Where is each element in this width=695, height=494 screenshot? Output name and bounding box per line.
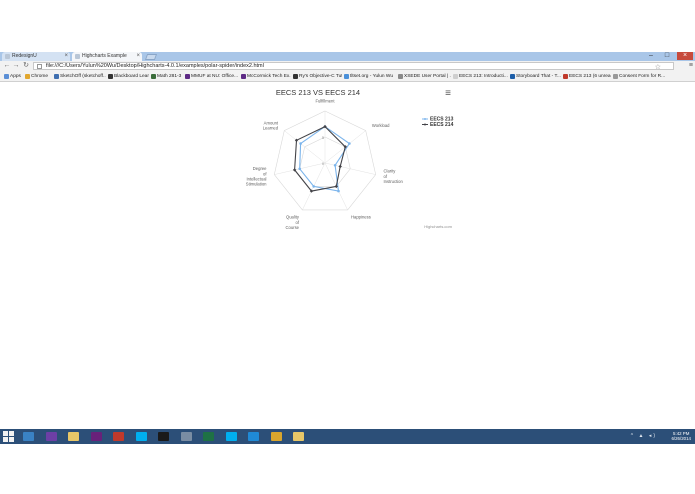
data-point[interactable]: [298, 167, 302, 171]
clock[interactable]: 5:42 PM 6/26/2014: [671, 431, 691, 441]
category-label: Fulfillment: [315, 99, 335, 104]
data-point[interactable]: [312, 185, 316, 188]
explorer-app[interactable]: [20, 430, 37, 443]
tick-label: 0: [322, 162, 324, 166]
folder2-app[interactable]: [290, 430, 307, 443]
visual-studio-app[interactable]: [88, 430, 105, 443]
skype2-app[interactable]: [223, 430, 240, 443]
folder-app[interactable]: [65, 430, 82, 443]
terminal-icon: [158, 432, 169, 441]
sublime-icon: [113, 432, 124, 441]
category-label: AmountLearned: [263, 121, 279, 131]
chart-title: EECS 213 VS EECS 214: [276, 88, 360, 97]
folder2-icon: [293, 432, 304, 441]
vs-icon: [45, 432, 57, 441]
category-label-line: Instruction: [384, 179, 404, 184]
tick-label: 5: [322, 136, 324, 140]
category-label-line: Course: [286, 225, 300, 230]
chrome-icon: [270, 432, 282, 441]
chart-area: EECS 213 VS EECS 214 ≡ Fulfillment Worklo…: [246, 88, 454, 230]
category-label: QualityofCourse: [286, 215, 300, 230]
category-label: Workload: [372, 123, 390, 128]
legend-marker: [424, 118, 426, 120]
network-app[interactable]: [178, 430, 195, 443]
category-label-line: Happiness: [351, 215, 371, 220]
credits-link[interactable]: Highcharts.com: [424, 224, 452, 229]
skype-icon: [135, 432, 147, 441]
legend-label: EECS 214: [430, 122, 454, 128]
category-label-line: Workload: [372, 123, 390, 128]
vs-app[interactable]: [43, 430, 60, 443]
folder-icon: [68, 432, 79, 441]
chrome-app[interactable]: [268, 430, 285, 443]
data-point[interactable]: [337, 189, 340, 193]
clock-date: 6/26/2014: [671, 436, 691, 441]
terminal-app[interactable]: [155, 430, 172, 443]
category-label-line: Learned: [263, 126, 279, 131]
windows-start-icon[interactable]: [3, 431, 14, 442]
legend-marker: [424, 123, 426, 126]
skype-app[interactable]: [133, 430, 150, 443]
explorer-icon: [23, 432, 34, 441]
grid-spoke: [324, 162, 376, 175]
excel-icon: [203, 432, 214, 441]
sublime-app[interactable]: [110, 430, 127, 443]
screen-bottom-margin: [0, 444, 695, 494]
category-label: DegreeofIntellectualStimulation: [246, 166, 268, 187]
skype2-icon: [225, 432, 237, 441]
visual-studio-icon: [90, 432, 102, 441]
category-label-line: Fulfillment: [315, 99, 335, 104]
data-point[interactable]: [338, 164, 342, 169]
chart-menu-icon[interactable]: ≡: [445, 88, 451, 99]
category-label: ClarityofInstruction: [384, 169, 404, 184]
category-label: Happiness: [351, 215, 371, 220]
network-icon: [180, 432, 192, 441]
system-tray-icons[interactable]: ^ ▲ ◂): [631, 433, 657, 439]
data-point[interactable]: [348, 142, 351, 145]
legend: EECS 213EECS 214: [422, 117, 454, 128]
ie-icon: [248, 432, 259, 441]
category-label-line: Stimulation: [246, 182, 267, 187]
data-point[interactable]: [333, 164, 337, 167]
windows-taskbar: ^ ▲ ◂) 5:42 PM 6/26/2014: [0, 429, 695, 444]
radial-ticks: 50: [322, 136, 324, 166]
data-point[interactable]: [299, 142, 302, 145]
legend-item[interactable]: EECS 214: [422, 122, 454, 128]
excel-app[interactable]: [200, 430, 217, 443]
grid-spoke: [284, 130, 326, 164]
ie-app[interactable]: [245, 430, 262, 443]
